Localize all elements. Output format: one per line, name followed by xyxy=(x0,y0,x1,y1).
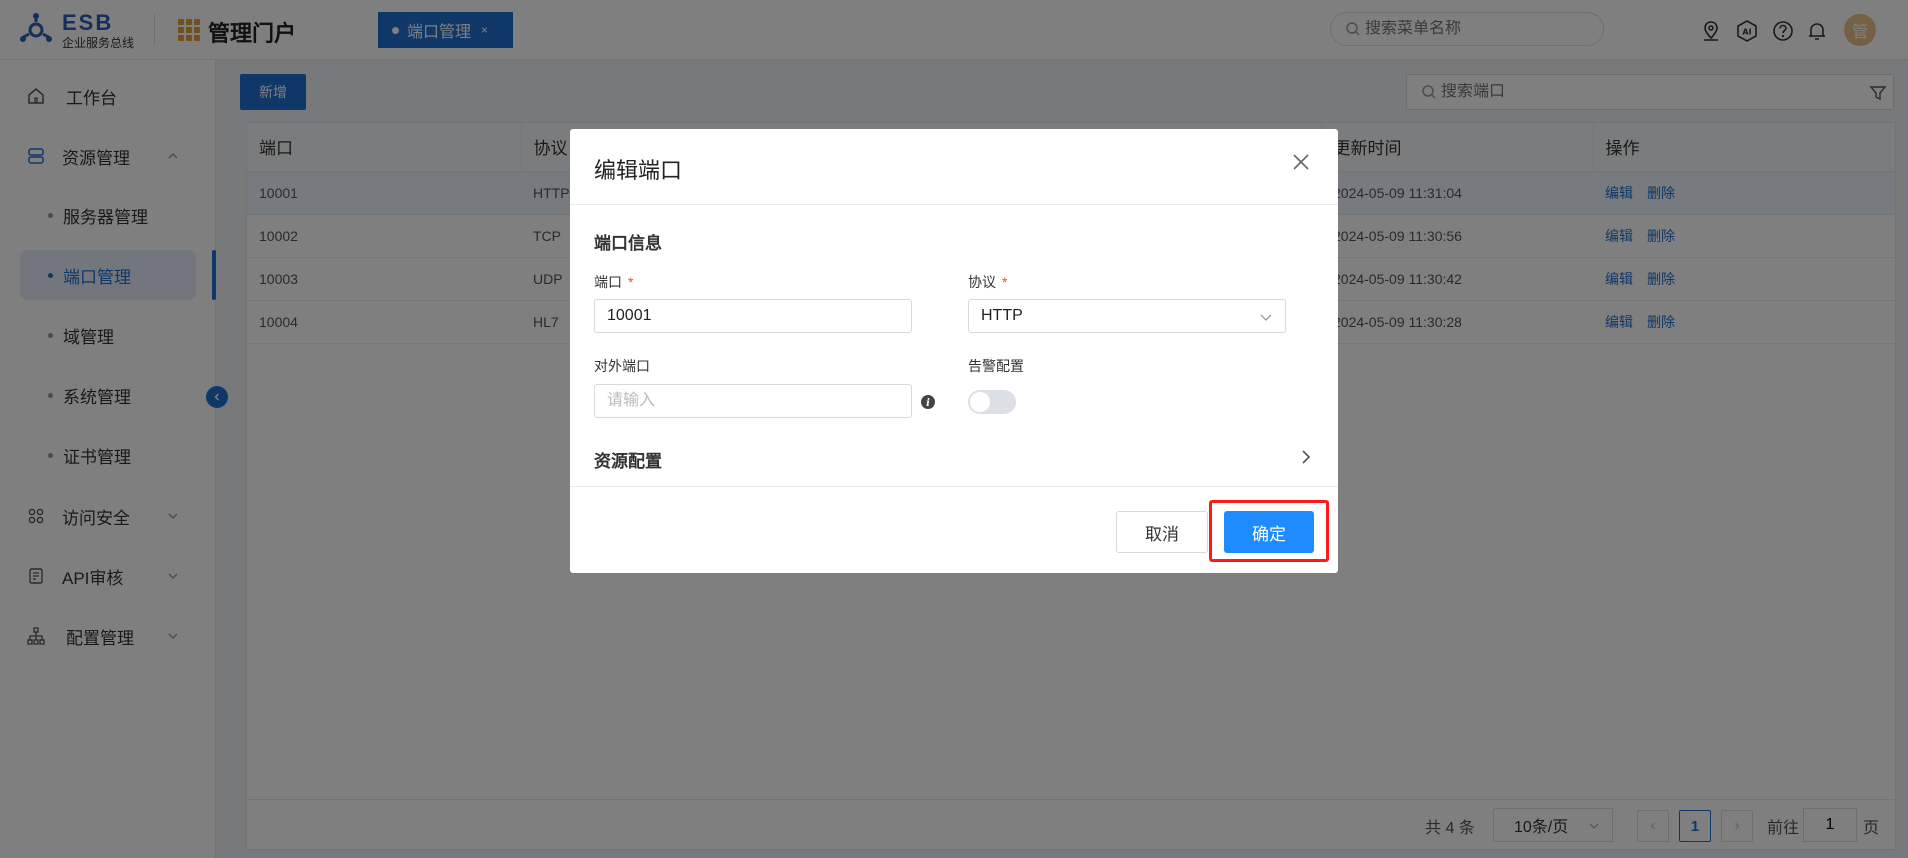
resource-config-row[interactable]: 资源配置 xyxy=(570,431,1338,487)
port-input[interactable] xyxy=(594,299,912,333)
toggle-knob xyxy=(970,392,990,412)
protocol-select[interactable]: HTTP xyxy=(968,299,1286,333)
edit-port-dialog: 编辑端口 端口信息 端口* 协议* HTTP 对外端口 i 告警配置 资源配置 … xyxy=(570,129,1338,573)
protocol-field-label: 协议 * xyxy=(968,272,1007,292)
port-label-text: 端口 xyxy=(594,274,622,290)
chevron-down-icon xyxy=(1260,314,1272,321)
protocol-label-text: 协议 xyxy=(968,274,996,290)
alarm-config-label: 告警配置 xyxy=(968,358,1024,374)
port-field-label: 端口 * xyxy=(594,272,633,292)
svg-text:i: i xyxy=(926,398,930,409)
chevron-right-icon xyxy=(1302,450,1311,464)
cancel-button[interactable]: 取消 xyxy=(1116,511,1208,553)
alarm-config-toggle[interactable] xyxy=(968,390,1016,414)
close-icon[interactable] xyxy=(1290,151,1312,173)
confirm-button[interactable]: 确定 xyxy=(1224,511,1314,553)
protocol-select-value: HTTP xyxy=(981,307,1023,324)
info-icon[interactable]: i xyxy=(920,394,936,410)
external-port-input[interactable] xyxy=(594,384,912,418)
dialog-header: 编辑端口 xyxy=(570,129,1338,205)
dialog-title: 编辑端口 xyxy=(594,158,683,183)
external-port-label: 对外端口 xyxy=(594,358,650,374)
required-mark: * xyxy=(628,274,634,290)
section-resource-config: 资源配置 xyxy=(594,452,662,471)
section-port-info: 端口信息 xyxy=(594,234,662,253)
required-mark: * xyxy=(1002,274,1008,290)
